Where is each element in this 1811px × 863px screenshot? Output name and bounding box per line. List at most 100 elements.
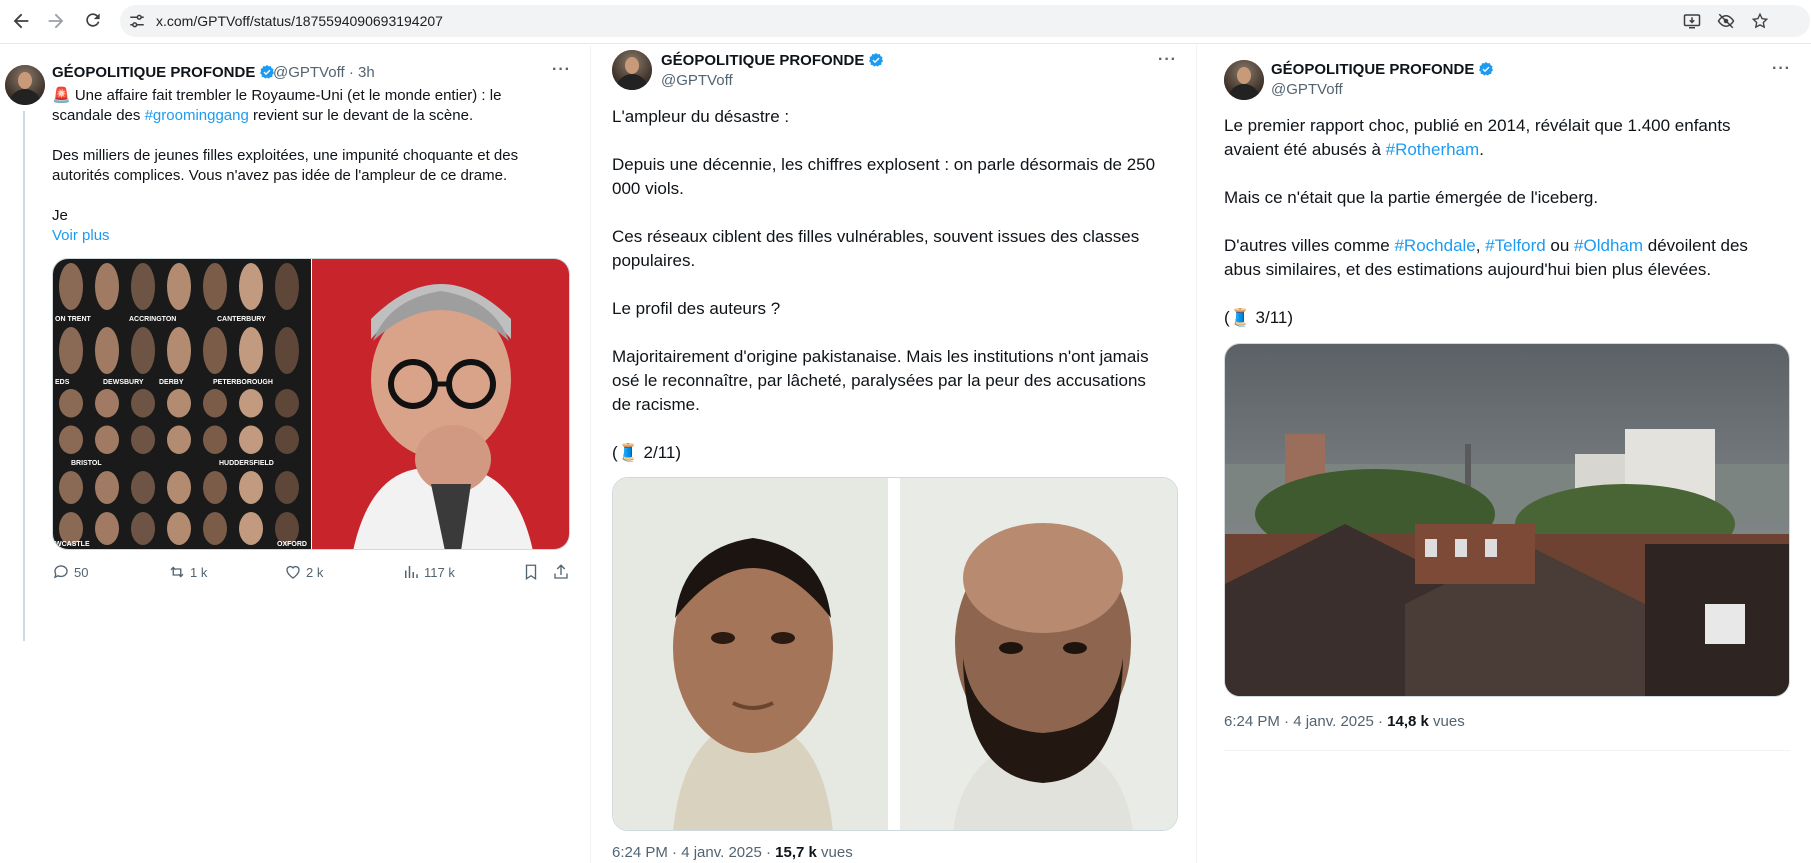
grid-label: DERBY — [159, 379, 184, 386]
mugshot-face — [239, 327, 263, 374]
more-icon[interactable]: ··· — [552, 61, 571, 79]
tweet-column-3: GÉOPOLITIQUE PROFONDE @GPTVoff ··· Le pr… — [1206, 45, 1811, 863]
see-more-link[interactable]: Voir plus — [52, 226, 110, 246]
grid-label: ACCRINGTON — [129, 316, 177, 323]
grid-label: HUDDERSFIELD — [219, 460, 274, 467]
tweet-column-2: GÉOPOLITIQUE PROFONDE @GPTVoff ··· L'amp… — [595, 45, 1192, 863]
mugshot-grid-image — [53, 259, 569, 549]
avatar[interactable] — [612, 50, 652, 90]
mugshot-face — [203, 263, 227, 310]
mugshot-face — [239, 389, 263, 418]
divider — [1224, 750, 1790, 751]
repost-button[interactable]: 1 k — [168, 563, 207, 581]
tweet-meta: 6:24 PM · 4 janv. 2025 · 14,8 k vues — [1224, 713, 1465, 730]
author-name[interactable]: GÉOPOLITIQUE PROFONDE — [661, 52, 884, 69]
town-rooftops-image — [1225, 344, 1789, 696]
grid-label: WCASTLE — [55, 541, 90, 548]
share-icon[interactable] — [552, 563, 574, 581]
mugshot-face — [203, 512, 227, 545]
author-handle[interactable]: @GPTVoff — [1271, 81, 1343, 98]
views-icon — [405, 566, 418, 578]
thread-line — [23, 111, 25, 641]
tweet-media[interactable] — [1224, 343, 1790, 697]
verified-icon — [869, 53, 884, 67]
eye-off-icon[interactable] — [1716, 12, 1736, 30]
mugshot-face — [95, 389, 119, 418]
grid-label: ON TRENT — [55, 316, 91, 323]
mugshot-face — [131, 471, 155, 504]
mugshot-face — [131, 263, 155, 310]
address-bar[interactable]: x.com/GPTVoff/status/1875594090693194207 — [120, 5, 1810, 37]
mugshot-face — [239, 425, 263, 454]
mugshot-face — [239, 471, 263, 504]
hashtag-link[interactable]: #Telford — [1485, 236, 1545, 255]
author-name[interactable]: GÉOPOLITIQUE PROFONDE — [1271, 61, 1494, 78]
mugshot-face — [239, 263, 263, 310]
star-icon[interactable] — [1750, 12, 1770, 30]
mugshot-face — [95, 425, 119, 454]
forward-arrow-icon[interactable] — [45, 10, 67, 32]
mugshot-face — [275, 327, 299, 374]
author-name[interactable]: GÉOPOLITIQUE PROFONDE — [52, 64, 275, 81]
like-button[interactable]: 2 k — [284, 563, 323, 581]
mugshot-face — [275, 389, 299, 418]
tweet-media[interactable] — [612, 477, 1178, 831]
mugshot-face — [59, 327, 83, 374]
more-icon[interactable]: ··· — [1158, 51, 1177, 69]
views-button[interactable]: 117 k — [402, 563, 455, 581]
mugshot-face — [275, 263, 299, 310]
bookmark-icon[interactable] — [522, 563, 544, 581]
hashtag-link[interactable]: #Rotherham — [1386, 140, 1480, 159]
like-icon — [286, 565, 300, 579]
verified-icon — [1479, 62, 1494, 76]
hashtag-link[interactable]: #Rochdale — [1394, 236, 1475, 255]
mugshot-face — [95, 263, 119, 310]
install-app-icon[interactable] — [1682, 12, 1702, 30]
grid-label: DEWSBURY — [103, 379, 144, 386]
mugshot-face — [167, 512, 191, 545]
reload-icon[interactable] — [82, 10, 104, 32]
site-info-icon[interactable] — [128, 12, 146, 30]
tweet-media[interactable]: ON TRENT ACCRINGTON CANTERBURY EDS DEWSB… — [52, 258, 570, 550]
hashtag-link[interactable]: #Oldham — [1574, 236, 1643, 255]
back-arrow-icon[interactable] — [10, 10, 32, 32]
author-handle[interactable]: @GPTVoff — [661, 72, 733, 89]
mugshot-face — [59, 263, 83, 310]
mugshot-face — [167, 471, 191, 504]
mugshot-face — [59, 471, 83, 504]
mugshot-face — [59, 389, 83, 418]
mugshot-face — [131, 425, 155, 454]
mugshot-face — [203, 389, 227, 418]
mugshot-face — [131, 512, 155, 545]
grid-label: OXFORD — [277, 541, 307, 548]
tweet-text: 🚨 Une affaire fait trembler le Royaume-U… — [52, 87, 519, 224]
hashtag-link[interactable]: #groominggang — [145, 107, 249, 124]
avatar[interactable] — [1224, 60, 1264, 100]
repost-icon — [170, 566, 184, 578]
reply-icon — [53, 565, 68, 579]
tweet-text: L'ampleur du désastre : Depuis une décen… — [612, 107, 1156, 462]
url-text: x.com/GPTVoff/status/1875594090693194207 — [156, 13, 443, 29]
mugshot-face — [59, 425, 83, 454]
grid-label: CANTERBURY — [217, 316, 266, 323]
tweet-text: Le premier rapport choc, publié en 2014,… — [1224, 116, 1748, 327]
mugshot-face — [203, 425, 227, 454]
mugshot-face — [95, 512, 119, 545]
grid-label: PETERBOROUGH — [213, 379, 273, 386]
mugshot-face — [203, 327, 227, 374]
tweet-meta: 6:24 PM · 4 janv. 2025 · 15,7 k vues — [612, 844, 853, 861]
mugshot-face — [95, 327, 119, 374]
mugshot-face — [203, 471, 227, 504]
author-handle[interactable]: @GPTVoff · 3h — [273, 64, 375, 81]
mugshot-face — [239, 512, 263, 545]
mugshot-face — [167, 389, 191, 418]
mugshot-face — [131, 389, 155, 418]
mugshot-face — [167, 425, 191, 454]
avatar[interactable] — [5, 65, 45, 105]
more-icon[interactable]: ··· — [1772, 60, 1791, 78]
reply-button[interactable]: 50 — [52, 563, 88, 581]
grid-label: EDS — [55, 379, 70, 386]
mugshot-face — [275, 471, 299, 504]
mugshot-face — [167, 263, 191, 310]
mugshot-face — [275, 425, 299, 454]
